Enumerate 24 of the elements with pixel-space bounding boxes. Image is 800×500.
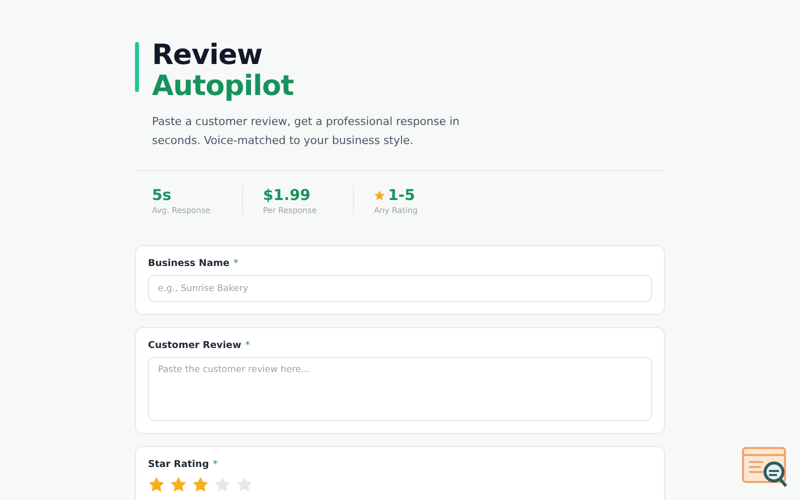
accent-bar — [135, 42, 139, 92]
required-mark: * — [212, 459, 218, 470]
text-area[interactable]: Paste the customer review here... — [148, 357, 652, 421]
input-field[interactable]: e.g., Sunrise Bakery — [148, 275, 652, 302]
subtitle: Paste a customer review, get a professional response in seconds. Voice-matched to your business style. — [152, 114, 461, 149]
stat-value: $1.99 — [263, 186, 310, 204]
stat-value: 5s — [152, 186, 172, 204]
field-label: Business Name — [148, 258, 230, 269]
star-icon[interactable] — [148, 476, 165, 493]
field-label: Customer Review — [148, 340, 242, 351]
star-icon — [374, 190, 385, 200]
page-title: Review — [152, 40, 264, 70]
field-label: Star Rating — [148, 459, 209, 470]
stat-label: Per Response — [263, 206, 318, 215]
stat-value: 1-5 — [388, 186, 416, 204]
stat-label: Any Rating — [374, 206, 419, 215]
page-title: Autopilot — [152, 70, 294, 102]
star-icon[interactable] — [236, 476, 253, 493]
stat-label: Avg. Response — [152, 206, 212, 215]
star-icon[interactable] — [192, 476, 209, 493]
required-mark: * — [245, 340, 250, 351]
required-mark: * — [233, 258, 238, 269]
star-icon[interactable] — [170, 476, 187, 493]
star-icon[interactable] — [214, 476, 231, 493]
